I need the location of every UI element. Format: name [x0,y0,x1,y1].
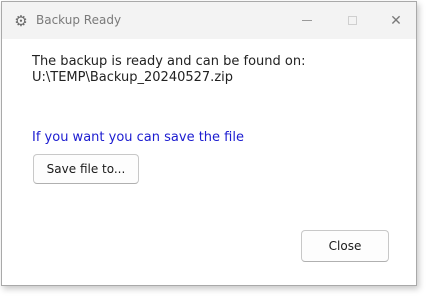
close-button[interactable]: Close [301,230,389,262]
dialog-content: The backup is ready and can be found on:… [2,39,416,285]
gears-icon: ⚙ [14,12,28,30]
title-bar[interactable]: ⚙ Backup Ready ✕ [2,2,416,39]
maximize-button [330,2,374,39]
backup-ready-dialog: ⚙ Backup Ready ✕ The backup is ready and… [1,1,417,286]
minimize-icon [302,20,312,21]
window-title: Backup Ready [36,13,122,27]
maximize-icon [347,16,357,25]
title-close-button[interactable]: ✕ [374,2,418,39]
save-file-to-button[interactable]: Save file to... [33,154,139,184]
save-hint: If you want you can save the file [32,130,244,145]
backup-message: The backup is ready and can be found on: [32,54,306,69]
close-icon: ✕ [390,12,402,29]
backup-file-path: U:\TEMP\Backup_20240527.zip [32,70,234,85]
minimize-button[interactable] [285,2,329,39]
